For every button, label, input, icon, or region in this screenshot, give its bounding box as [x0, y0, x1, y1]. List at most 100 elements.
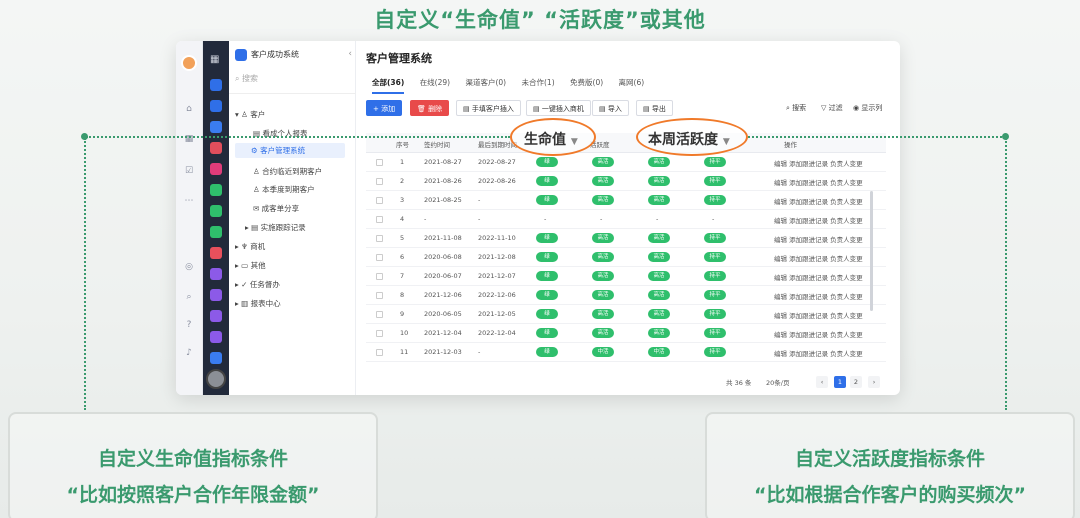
more-icon[interactable]: ⋯ [183, 195, 195, 207]
manual-insert-button[interactable]: ▤ 手填客户插入 [456, 100, 521, 116]
bulk-insert-button[interactable]: ▤ 一键插入商机 [526, 100, 591, 116]
sidebar-item-expiring[interactable]: ♙ 合约临近到期客户 [253, 166, 322, 177]
row-checkbox[interactable] [376, 178, 383, 185]
tab-all[interactable]: 全部(36) [372, 77, 405, 94]
export-button[interactable]: ▤ 导出 [636, 100, 673, 116]
app-icon[interactable] [210, 100, 222, 112]
table-row[interactable]: 9 2020-06-05 2021-12-05 绿 高活 高活 持平 编辑 添加跟进记录 负… [366, 305, 886, 324]
sidebar-item-opportunity[interactable]: ▸ ♆ 商机 [235, 241, 265, 252]
col-sign-date[interactable]: 签约时间 [424, 139, 450, 149]
sidebar-item-reports[interactable]: ▸ ▥ 报表中心 [235, 298, 281, 309]
add-record-link[interactable]: 添加跟进记录 [789, 331, 828, 339]
help-icon[interactable]: ? [183, 319, 195, 331]
add-record-link[interactable]: 添加跟进记录 [789, 274, 828, 282]
sidebar-item-tasks[interactable]: ▸ ✓ 任务督办 [235, 279, 280, 290]
target-icon[interactable]: ◎ [183, 261, 195, 273]
table-row[interactable]: 8 2021-12-06 2022-12-06 绿 高活 高活 持平 编辑 添加跟进记录 负… [366, 286, 886, 305]
add-record-link[interactable]: 添加跟进记录 [789, 255, 828, 263]
table-row[interactable]: 7 2020-06-07 2021-12-07 绿 高活 高活 持平 编辑 添加跟进记录 负… [366, 267, 886, 286]
app-icon[interactable] [210, 226, 222, 238]
sidebar-item-quarter[interactable]: ♙ 本季度到期客户 [253, 184, 315, 195]
tab-channel[interactable]: 渠道客户(0) [465, 77, 506, 92]
app-icon[interactable] [210, 289, 222, 301]
row-checkbox[interactable] [376, 235, 383, 242]
change-owner-link[interactable]: 负责人变更 [830, 293, 863, 301]
app-icon[interactable] [210, 205, 222, 217]
change-owner-link[interactable]: 负责人变更 [830, 217, 863, 225]
avatar[interactable] [181, 55, 197, 71]
columns-link[interactable]: ◉ 显示列 [853, 103, 882, 113]
edit-link[interactable]: 编辑 [774, 179, 787, 187]
edit-link[interactable]: 编辑 [774, 274, 787, 282]
delete-button[interactable]: 🗑 删除 [410, 100, 450, 116]
page-2[interactable]: 2 [850, 376, 862, 388]
search-icon[interactable]: ⌕ [183, 291, 195, 303]
change-owner-link[interactable]: 负责人变更 [830, 179, 863, 187]
app-icon[interactable] [210, 79, 222, 91]
table-row[interactable]: 4 - - - - - - 编辑 添加跟进记录 负责人变更 [366, 210, 886, 229]
change-owner-link[interactable]: 负责人变更 [830, 236, 863, 244]
row-checkbox[interactable] [376, 254, 383, 261]
edit-link[interactable]: 编辑 [774, 293, 787, 301]
app-icon[interactable] [210, 310, 222, 322]
tab-online[interactable]: 在线(29) [420, 77, 450, 92]
app-icon[interactable] [210, 331, 222, 343]
bell-icon[interactable]: ♪ [183, 347, 195, 359]
edit-link[interactable]: 编辑 [774, 236, 787, 244]
filter-link[interactable]: ▽ 过滤 [821, 103, 843, 113]
col-no[interactable]: 序号 [396, 139, 409, 149]
add-record-link[interactable]: 添加跟进记录 [789, 293, 828, 301]
app-icon[interactable] [210, 352, 222, 364]
add-button[interactable]: + 添加 [366, 100, 403, 116]
sidebar-item-customer-system[interactable]: ⚙ 客户管理系统 [235, 143, 345, 158]
search-link[interactable]: ⌕ 搜索 [786, 103, 806, 113]
import-button[interactable]: ▤ 导入 [592, 100, 629, 116]
change-owner-link[interactable]: 负责人变更 [830, 255, 863, 263]
check-icon[interactable]: ☑ [183, 165, 195, 177]
edit-link[interactable]: 编辑 [774, 312, 787, 320]
prev-page[interactable]: ‹ [816, 376, 828, 388]
add-record-link[interactable]: 添加跟进记录 [789, 217, 828, 225]
row-checkbox[interactable] [376, 330, 383, 337]
add-record-link[interactable]: 添加跟进记录 [789, 312, 828, 320]
table-row[interactable]: 1 2021-08-27 2022-08-27 绿 高活 高活 持平 编辑 添加跟进记录 负… [366, 153, 886, 172]
edit-link[interactable]: 编辑 [774, 331, 787, 339]
add-record-link[interactable]: 添加跟进记录 [789, 179, 828, 187]
nav-search[interactable]: ⌕ 搜索 [235, 73, 258, 84]
sidebar-item-records[interactable]: ▸ ▤ 实施跟踪记录 [245, 222, 306, 233]
change-owner-link[interactable]: 负责人变更 [830, 274, 863, 282]
table-row[interactable]: 6 2020-06-08 2021-12-08 绿 高活 高活 持平 编辑 添加跟进记录 负… [366, 248, 886, 267]
change-owner-link[interactable]: 负责人变更 [830, 312, 863, 320]
app-icon[interactable] [210, 184, 222, 196]
next-page[interactable]: › [868, 376, 880, 388]
add-record-link[interactable]: 添加跟进记录 [789, 350, 828, 358]
app-icon[interactable] [210, 121, 222, 133]
table-row[interactable]: 2 2021-08-26 2022-08-26 绿 高活 高活 持平 编辑 添加跟进记录 负… [366, 172, 886, 191]
app-icon[interactable] [210, 268, 222, 280]
tab-offline[interactable]: 离网(6) [619, 77, 645, 92]
col-ops[interactable]: 操作 [784, 139, 797, 149]
scrollbar[interactable] [870, 191, 873, 311]
table-row[interactable]: 3 2021-08-25 - 绿 高活 高活 持平 编辑 添加跟进记录 负责人变更 [366, 191, 886, 210]
change-owner-link[interactable]: 负责人变更 [830, 160, 863, 168]
sidebar-item-other[interactable]: ▸ ▭ 其他 [235, 260, 266, 271]
row-checkbox[interactable] [376, 311, 383, 318]
home-icon[interactable]: ⌂ [183, 103, 195, 115]
row-checkbox[interactable] [376, 273, 383, 280]
change-owner-link[interactable]: 负责人变更 [830, 350, 863, 358]
change-owner-link[interactable]: 负责人变更 [830, 331, 863, 339]
app-icon[interactable] [210, 142, 222, 154]
edit-link[interactable]: 编辑 [774, 217, 787, 225]
row-checkbox[interactable] [376, 349, 383, 356]
app-icon[interactable] [210, 247, 222, 259]
row-checkbox[interactable] [376, 292, 383, 299]
tab-not-cooperated[interactable]: 未合作(1) [522, 77, 555, 92]
sidebar-item-customer[interactable]: ▾ ♙ 客户 [235, 109, 265, 120]
page-1[interactable]: 1 [834, 376, 846, 388]
add-record-link[interactable]: 添加跟进记录 [789, 160, 828, 168]
edit-link[interactable]: 编辑 [774, 160, 787, 168]
apps-icon[interactable]: ▦ [183, 133, 195, 145]
grid-icon[interactable]: ▦ [210, 54, 219, 65]
edit-link[interactable]: 编辑 [774, 350, 787, 358]
home-icon[interactable] [235, 49, 247, 61]
